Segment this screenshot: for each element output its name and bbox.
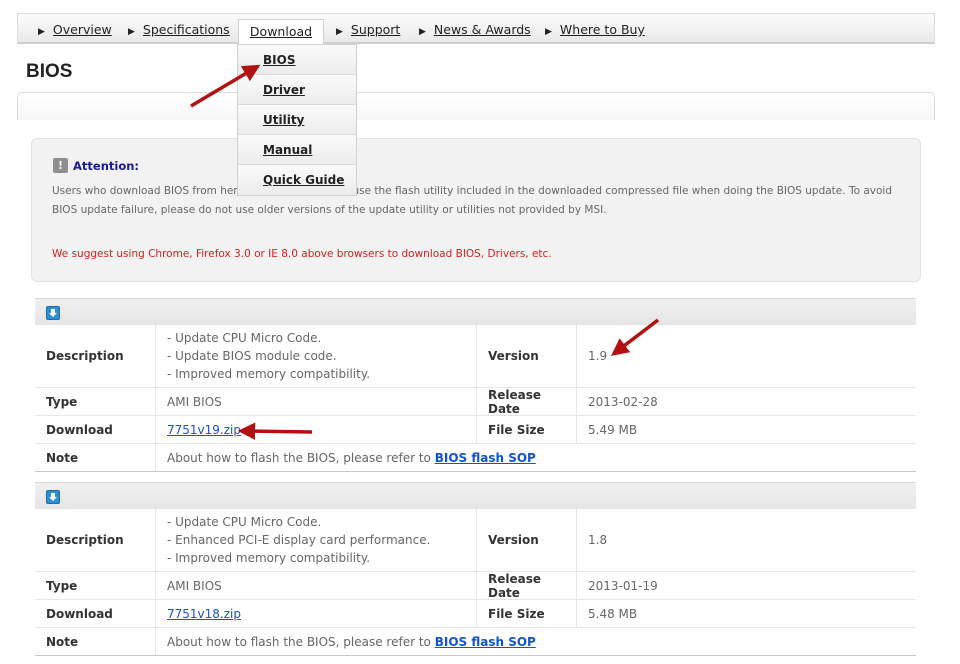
description-text: - Update CPU Micro Code. - Enhanced PCI-… xyxy=(167,515,431,565)
table-row: Note About how to flash the BIOS, please… xyxy=(35,628,916,656)
top-nav: ▶ Overview ▶ Specifications Download ▶ Supp… xyxy=(17,13,935,46)
download-icon[interactable] xyxy=(46,306,60,320)
bios-flash-sop-link[interactable]: BIOS flash SOP xyxy=(435,635,536,649)
nav-support[interactable]: ▶ Support xyxy=(336,22,400,37)
table-row: Description - Update CPU Micro Code. - E… xyxy=(35,509,916,572)
attention-text: Users who download BIOS from here hould … xyxy=(52,185,892,216)
nav-where-to-buy[interactable]: ▶ Where to Buy xyxy=(545,22,645,37)
table-row: Type AMI BIOS Release Date 2013-02-28 xyxy=(35,388,916,416)
bios-flash-sop-link[interactable]: BIOS flash SOP xyxy=(435,451,536,465)
caret-right-icon: ▶ xyxy=(336,27,343,37)
entry-header xyxy=(35,482,916,509)
page-title: BIOS xyxy=(26,61,73,82)
nav-download-tab[interactable]: Download xyxy=(238,19,324,46)
table-row: Description - Update CPU Micro Code. - U… xyxy=(35,325,916,388)
release-date-value: 2013-02-28 xyxy=(588,394,658,409)
table-row: Note About how to flash the BIOS, please… xyxy=(35,444,916,472)
nav-news-awards[interactable]: ▶ News & Awards xyxy=(419,22,531,37)
attention-title: Attention: xyxy=(73,159,140,173)
caret-right-icon: ▶ xyxy=(545,27,552,37)
caret-right-icon: ▶ xyxy=(419,27,426,37)
version-value: 1.8 xyxy=(588,533,608,547)
nav-overview[interactable]: ▶ Overview xyxy=(38,22,112,37)
table-row: Type AMI BIOS Release Date 2013-01-19 xyxy=(35,572,916,600)
menu-item-driver[interactable]: Driver xyxy=(238,75,356,105)
download-link[interactable]: 7751v19.zip xyxy=(167,423,241,437)
download-link[interactable]: 7751v18.zip xyxy=(167,607,241,621)
file-size-value: 5.49 MB xyxy=(588,422,638,437)
table-row: Download 7751v18.zip File Size 5.48 MB xyxy=(35,600,916,628)
nav-specifications[interactable]: ▶ Specifications xyxy=(128,22,230,37)
type-value: AMI BIOS xyxy=(156,388,477,415)
type-value: AMI BIOS xyxy=(156,572,477,599)
download-icon[interactable] xyxy=(46,490,60,504)
menu-item-bios[interactable]: BIOS xyxy=(238,45,356,75)
description-text: - Update CPU Micro Code. - Update BIOS m… xyxy=(167,331,371,381)
bios-entry-1: Description - Update CPU Micro Code. - U… xyxy=(35,298,916,472)
menu-item-quick-guide[interactable]: Quick Guide xyxy=(238,165,356,195)
version-value: 1.9 xyxy=(588,349,608,363)
menu-item-manual[interactable]: Manual xyxy=(238,135,356,165)
section-bar xyxy=(17,92,935,120)
menu-item-utility[interactable]: Utility xyxy=(238,105,356,135)
download-dropdown-menu: BIOS Driver Utility Manual Quick Guide xyxy=(237,44,357,196)
caret-right-icon: ▶ xyxy=(128,27,135,37)
caret-right-icon: ▶ xyxy=(38,27,45,37)
file-size-value: 5.48 MB xyxy=(588,606,638,621)
bios-entry-2: Description - Update CPU Micro Code. - E… xyxy=(35,482,916,656)
entry-header xyxy=(35,298,916,325)
attention-box: ! Attention: Users who download BIOS fro… xyxy=(31,138,921,282)
release-date-value: 2013-01-19 xyxy=(588,578,658,593)
table-row: Download 7751v19.zip File Size 5.49 MB xyxy=(35,416,916,444)
browser-warning: We suggest using Chrome, Firefox 3.0 or … xyxy=(52,248,552,260)
exclamation-icon: ! xyxy=(53,158,68,173)
